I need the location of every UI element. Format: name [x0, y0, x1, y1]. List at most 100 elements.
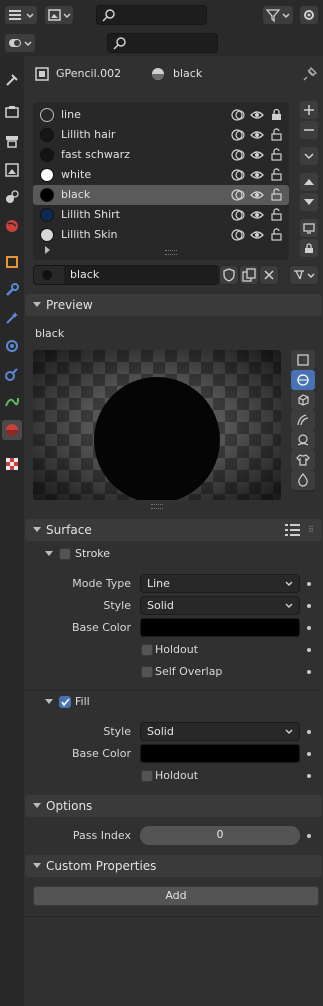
self-overlap-keyframe-dot[interactable]	[307, 670, 311, 674]
onion-skin-icon[interactable]	[231, 108, 245, 122]
surface-section-header[interactable]: Surface ⠿	[25, 519, 322, 541]
mode-type-dropdown[interactable]: Line	[140, 574, 300, 593]
list-resize-handle[interactable]	[165, 250, 177, 255]
tab-tool[interactable]	[2, 70, 22, 90]
eye-icon[interactable]	[250, 128, 264, 142]
slot-specials-button[interactable]	[300, 147, 318, 165]
unlock-icon[interactable]	[270, 148, 284, 162]
fill-style-keyframe-dot[interactable]	[307, 730, 311, 734]
onion-skin-icon[interactable]	[231, 128, 245, 142]
preview-resize-handle[interactable]	[151, 504, 163, 509]
tab-render[interactable]	[2, 102, 22, 122]
display-mode-button[interactable]	[44, 5, 74, 25]
show-only-selected-button[interactable]	[300, 219, 318, 237]
tab-texture[interactable]	[2, 454, 22, 474]
fake-user-button[interactable]	[219, 265, 239, 285]
tab-output[interactable]	[2, 131, 22, 151]
pass-index-keyframe-dot[interactable]	[307, 834, 311, 838]
preview-cube-button[interactable]	[291, 390, 315, 410]
unlock-icon[interactable]	[270, 128, 284, 142]
fill-color-keyframe-dot[interactable]	[307, 752, 311, 756]
stroke-holdout-keyframe-dot[interactable]	[307, 648, 311, 652]
preview-cloth-button[interactable]	[291, 450, 315, 470]
tab-physics[interactable]	[2, 336, 22, 356]
fill-enabled-checkbox[interactable]	[59, 696, 71, 708]
list-expand-icon[interactable]	[43, 245, 53, 255]
material-slot-row[interactable]: Lillith hair	[33, 125, 289, 145]
stroke-enabled-checkbox[interactable]	[59, 548, 71, 560]
options-button[interactable]	[299, 5, 319, 25]
stroke-holdout-checkbox[interactable]	[141, 644, 153, 656]
move-slot-down-button[interactable]	[300, 193, 318, 211]
duplicate-material-button[interactable]	[239, 265, 259, 285]
tab-object-data[interactable]	[2, 392, 22, 412]
fill-collapse-icon[interactable]	[45, 699, 53, 704]
material-slot-row[interactable]: Lillith Skin	[33, 225, 289, 245]
move-slot-up-button[interactable]	[300, 173, 318, 191]
preview-sphere-button[interactable]	[291, 370, 315, 390]
fill-holdout-checkbox[interactable]	[141, 770, 153, 782]
onion-skin-icon[interactable]	[231, 228, 245, 242]
filter-button[interactable]	[262, 5, 294, 25]
unlock-icon[interactable]	[270, 168, 284, 182]
eye-icon[interactable]	[250, 208, 264, 222]
list-options-icon[interactable]	[285, 523, 301, 537]
material-slot-row[interactable]: white	[33, 165, 289, 185]
drag-handle-icon[interactable]: ⠿	[308, 525, 315, 534]
remove-slot-button[interactable]	[300, 121, 318, 139]
fill-style-dropdown[interactable]: Solid	[140, 722, 300, 741]
stroke-base-color-swatch[interactable]	[140, 618, 300, 637]
eye-icon[interactable]	[250, 108, 264, 122]
tab-material[interactable]	[2, 420, 22, 440]
tab-modifiers[interactable]	[2, 280, 22, 300]
material-slot-row[interactable]: black	[33, 185, 289, 205]
tab-effects[interactable]	[2, 308, 22, 328]
mode-type-keyframe-dot[interactable]	[307, 582, 311, 586]
stroke-color-keyframe-dot[interactable]	[307, 626, 311, 630]
search-input-top[interactable]	[96, 5, 207, 25]
pass-index-field[interactable]: 0	[140, 826, 300, 845]
fill-base-color-swatch[interactable]	[140, 744, 300, 763]
fill-holdout-keyframe-dot[interactable]	[307, 774, 311, 778]
material-slot-row[interactable]: fast schwarz	[33, 145, 289, 165]
onion-skin-icon[interactable]	[231, 208, 245, 222]
add-property-button[interactable]: Add	[33, 886, 319, 906]
preview-section-header[interactable]: Preview	[25, 294, 322, 316]
tab-object[interactable]	[2, 252, 22, 272]
tab-world[interactable]	[2, 216, 22, 236]
unlock-icon[interactable]	[270, 228, 284, 242]
preview-flat-button[interactable]	[291, 350, 315, 370]
material-slot-row[interactable]: Lillith Shirt	[33, 205, 289, 225]
pin-editor-button[interactable]	[4, 33, 36, 53]
eye-icon[interactable]	[250, 168, 264, 182]
self-overlap-checkbox[interactable]	[141, 666, 153, 678]
unlink-material-button[interactable]	[259, 265, 279, 285]
tab-view-layer[interactable]	[2, 160, 22, 180]
eye-icon[interactable]	[250, 188, 264, 202]
search-input-properties[interactable]	[107, 33, 218, 53]
eye-icon[interactable]	[250, 148, 264, 162]
tab-scene[interactable]	[2, 187, 22, 207]
custom-properties-section-header[interactable]: Custom Properties	[25, 855, 322, 877]
lock-unselected-button[interactable]	[300, 239, 318, 257]
material-specials-button[interactable]	[289, 265, 319, 285]
stroke-collapse-icon[interactable]	[45, 551, 53, 556]
unlock-icon[interactable]	[270, 188, 284, 202]
material-datablock-field[interactable]: black	[33, 265, 219, 285]
preview-fluid-button[interactable]	[291, 470, 315, 490]
preview-hair-button[interactable]	[291, 410, 315, 430]
lock-icon[interactable]	[270, 108, 284, 122]
onion-skin-icon[interactable]	[231, 188, 245, 202]
eye-icon[interactable]	[250, 228, 264, 242]
unlock-icon[interactable]	[270, 208, 284, 222]
onion-skin-icon[interactable]	[231, 148, 245, 162]
add-slot-button[interactable]	[300, 101, 318, 119]
onion-skin-icon[interactable]	[231, 168, 245, 182]
material-slot-row[interactable]: line	[33, 105, 289, 125]
editor-type-button[interactable]	[4, 5, 38, 25]
stroke-style-dropdown[interactable]: Solid	[140, 596, 300, 615]
options-section-header[interactable]: Options	[25, 795, 322, 817]
preview-monkey-button[interactable]	[291, 430, 315, 450]
pin-icon[interactable]	[302, 66, 318, 82]
stroke-style-keyframe-dot[interactable]	[307, 604, 311, 608]
